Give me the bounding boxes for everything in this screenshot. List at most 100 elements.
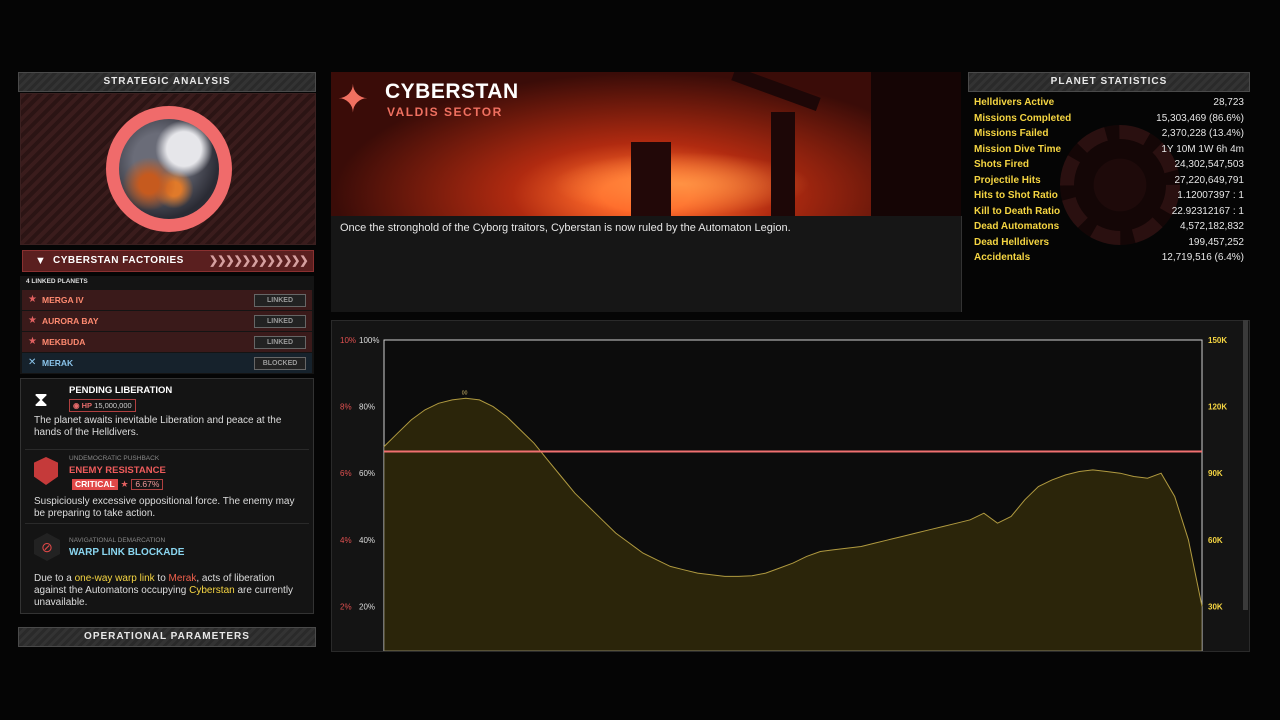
planet-description: Once the stronghold of the Cyborg traito… — [340, 222, 791, 234]
stat-row: Dead Helldivers 199,457,252 — [974, 237, 1244, 252]
peak-marker: 00 — [462, 390, 468, 396]
cross-icon: ✕ — [28, 357, 37, 368]
star-icon: ★ — [28, 294, 37, 305]
planet-description-box: Once the stronghold of the Cyborg traito… — [331, 216, 962, 312]
planet-portrait — [20, 93, 316, 245]
left-red-tick: 2% — [340, 602, 352, 611]
linked-planet-row[interactable]: ★ MEKBUDA LINKED — [22, 332, 312, 352]
no-warp-icon: ⊘ — [34, 533, 60, 561]
linked-status: BLOCKED — [254, 357, 306, 370]
stat-row: Hits to Shot Ratio 1.12007397 : 1 — [974, 190, 1244, 205]
hp-icon: ◉ — [73, 401, 80, 410]
linked-planet-row[interactable]: ✕ MERAK BLOCKED — [22, 353, 312, 373]
factory-label: CYBERSTAN FACTORIES — [53, 255, 184, 266]
warp-desc: Due to a one-way warp link to Merak, act… — [34, 573, 304, 609]
stat-value: 1.12007397 : 1 — [1177, 190, 1244, 201]
stat-row: Missions Completed 15,303,469 (86.6%) — [974, 113, 1244, 128]
merak-highlight: Merak — [168, 573, 197, 584]
automaton-icon: ▼ — [35, 255, 46, 267]
banner-structure — [871, 72, 961, 216]
linked-planet-row[interactable]: ★ MERGA IV LINKED — [22, 290, 312, 310]
stat-key: Accidentals — [974, 252, 1031, 263]
planet-ring — [106, 106, 232, 232]
stat-row: Helldivers Active 28,723 — [974, 97, 1244, 112]
stat-value: 15,303,469 (86.6%) — [1156, 112, 1244, 124]
stat-key: Dead Helldivers — [974, 236, 1050, 248]
left-red-tick: 8% — [340, 403, 352, 412]
stat-row: Dead Automatons 4,572,182,832 — [974, 221, 1244, 236]
hp-value: 15,000,000 — [94, 401, 132, 410]
planet-globe — [119, 119, 219, 219]
stat-value: 27,220,649,791 — [1174, 174, 1244, 186]
factory-bar[interactable]: ▼ CYBERSTAN FACTORIES ❯❯❯❯❯❯❯❯❯❯❯❯ — [22, 250, 314, 272]
hp-badge: ◉ HP 15,000,000 — [69, 399, 136, 412]
stat-key: Projectile Hits — [974, 174, 1041, 186]
resistance-title: ENEMY RESISTANCE — [69, 465, 166, 476]
linked-status: LINKED — [254, 294, 306, 307]
right-tick: 150K — [1208, 336, 1227, 345]
left-tick: 80% — [359, 403, 375, 412]
linked-planet-name: AURORA BAY — [42, 316, 99, 326]
left-tick: 40% — [359, 536, 375, 545]
stat-row: Kill to Death Ratio 22.92312167 : 1 — [974, 206, 1244, 221]
stat-value: 2,370,228 (13.4%) — [1161, 128, 1244, 139]
planet-banner: ✦ CYBERSTAN VALDIS SECTOR — [331, 72, 961, 216]
strategic-analysis-header: STRATEGIC ANALYSIS — [18, 72, 316, 92]
linked-caption: 4 LINKED PLANETS — [26, 278, 88, 285]
stat-key: Shots Fired — [974, 159, 1030, 170]
warp-title: WARP LINK BLOCKADE — [69, 547, 185, 558]
stat-key: Missions Failed — [974, 128, 1049, 139]
right-tick: 120K — [1208, 403, 1227, 412]
right-tick: 60K — [1208, 536, 1223, 545]
planet-statistics: Helldivers Active 28,723 Missions Complet… — [968, 93, 1248, 273]
left-red-tick: 4% — [340, 536, 352, 545]
scrollbar[interactable] — [1243, 320, 1248, 610]
star-icon: ★ — [120, 479, 129, 489]
stat-row: Mission Dive Time 1Y 10M 1W 6h 4m — [974, 144, 1244, 159]
stat-key: Missions Completed — [974, 112, 1072, 124]
right-tick: 30K — [1208, 602, 1223, 611]
resistance-pct: 6.67% — [131, 479, 164, 490]
stat-key: Kill to Death Ratio — [974, 205, 1061, 217]
pending-title: PENDING LIBERATION — [69, 385, 173, 396]
divider — [25, 523, 309, 524]
resistance-desc: Suspiciously excessive oppositional forc… — [34, 496, 295, 519]
left-red-tick: 6% — [340, 469, 352, 478]
liberation-chart: 10% 100% 150K 8% 80% 120K 6% 60% 90K 4% 40% 60K 2% 20… — [331, 320, 1250, 652]
stat-value: 1Y 10M 1W 6h 4m — [1161, 143, 1244, 155]
stat-value: 12,719,516 (6.4%) — [1161, 252, 1244, 263]
critical-badge: CRITICAL — [72, 479, 118, 490]
warp-text: Due to a — [34, 573, 75, 584]
chevrons-icon: ❯❯❯❯❯❯❯❯❯❯❯❯ — [209, 255, 309, 267]
banner-crane — [731, 72, 821, 111]
chart-svg: 10% 100% 150K 8% 80% 120K 6% 60% 90K 4% 40% 60K 2% 20… — [340, 336, 1227, 651]
linked-planet-row[interactable]: ★ AURORA BAY LINKED — [22, 311, 312, 331]
left-tick: 100% — [359, 336, 379, 345]
shield-icon — [34, 457, 58, 485]
warp-text: to — [154, 573, 169, 584]
operational-parameters-header[interactable]: OPERATIONAL PARAMETERS — [18, 627, 316, 647]
left-red-tick: 10% — [340, 336, 356, 345]
right-tick: 90K — [1208, 469, 1223, 478]
warp-caption: NAVIGATIONAL DEMARCATION — [69, 537, 166, 544]
stat-value: 4,572,182,832 — [1180, 221, 1244, 232]
stat-key: Helldivers Active — [974, 97, 1055, 108]
stat-value: 199,457,252 — [1188, 236, 1244, 248]
pending-desc: The planet awaits inevitable Liberation … — [34, 415, 282, 438]
star-icon: ★ — [28, 315, 37, 326]
stat-row: Missions Failed 2,370,228 (13.4%) — [974, 128, 1244, 143]
warp-link-blockade: ⊘ NAVIGATIONAL DEMARCATION WARP LINK BLO… — [34, 531, 304, 609]
planet-name: CYBERSTAN — [385, 80, 519, 103]
linked-planet-name: MERAK — [42, 358, 74, 368]
stat-key: Hits to Shot Ratio — [974, 190, 1058, 201]
warp-link-highlight: one-way warp link — [74, 573, 155, 584]
stat-value: 28,723 — [1213, 97, 1244, 108]
linked-planet-name: MERGA IV — [42, 295, 84, 305]
resistance-caption: UNDEMOCRATIC PUSHBACK — [69, 455, 160, 462]
hourglass-icon: ⧗ — [34, 389, 49, 411]
stat-row: Shots Fired 24,302,547,503 — [974, 159, 1244, 174]
divider — [25, 449, 309, 450]
stat-value: 22.92312167 : 1 — [1171, 205, 1244, 217]
stat-key: Mission Dive Time — [974, 143, 1062, 155]
linked-planet-name: MEKBUDA — [42, 337, 86, 347]
